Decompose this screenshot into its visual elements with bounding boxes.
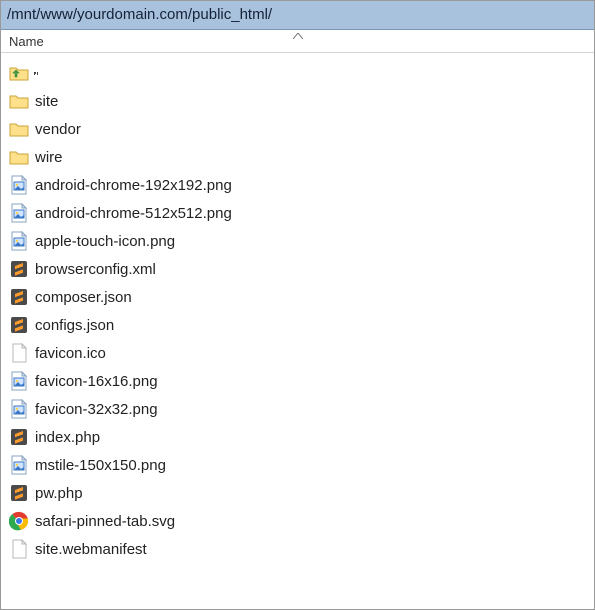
path-text: /mnt/www/yourdomain.com/public_html/: [7, 6, 272, 23]
file-name: site.webmanifest: [35, 541, 147, 558]
file-row[interactable]: android-chrome-512x512.png: [5, 199, 590, 227]
file-name: pw.php: [35, 485, 83, 502]
file-row[interactable]: configs.json: [5, 311, 590, 339]
file-name: favicon.ico: [35, 345, 106, 362]
file-row[interactable]: android-chrome-192x192.png: [5, 171, 590, 199]
image-file-icon: [9, 175, 29, 195]
image-file-icon: [9, 231, 29, 251]
folder-row[interactable]: site: [5, 87, 590, 115]
file-name: apple-touch-icon.png: [35, 233, 175, 250]
file-row[interactable]: favicon.ico: [5, 339, 590, 367]
folder-icon: [9, 91, 29, 111]
image-file-icon: [9, 399, 29, 419]
file-name: favicon-32x32.png: [35, 401, 158, 418]
chrome-file-icon: [9, 511, 29, 531]
file-name: android-chrome-192x192.png: [35, 177, 232, 194]
file-name: wire: [35, 149, 63, 166]
file-row[interactable]: index.php: [5, 423, 590, 451]
file-panel: /mnt/www/yourdomain.com/public_html/ Nam…: [0, 0, 595, 610]
file-row[interactable]: favicon-16x16.png: [5, 367, 590, 395]
file-row[interactable]: pw.php: [5, 479, 590, 507]
file-row[interactable]: safari-pinned-tab.svg: [5, 507, 590, 535]
file-name: configs.json: [35, 317, 114, 334]
file-name: vendor: [35, 121, 81, 138]
file-name: index.php: [35, 429, 100, 446]
file-name: safari-pinned-tab.svg: [35, 513, 175, 530]
file-name: mstile-150x150.png: [35, 457, 166, 474]
image-file-icon: [9, 371, 29, 391]
file-row[interactable]: mstile-150x150.png: [5, 451, 590, 479]
file-name: android-chrome-512x512.png: [35, 205, 232, 222]
file-row[interactable]: site.webmanifest: [5, 535, 590, 563]
sublime-file-icon: [9, 483, 29, 503]
path-bar[interactable]: /mnt/www/yourdomain.com/public_html/: [1, 1, 594, 30]
sort-indicator-icon: [293, 32, 303, 42]
sublime-file-icon: [9, 315, 29, 335]
sublime-file-icon: [9, 259, 29, 279]
folder-up-icon: [9, 63, 29, 83]
file-list[interactable]: site vendor wire android-chrome-192x192.png…: [1, 53, 594, 609]
blank-file-icon: [9, 539, 29, 559]
folder-row[interactable]: vendor: [5, 115, 590, 143]
file-row[interactable]: browserconfig.xml: [5, 255, 590, 283]
image-file-icon: [9, 203, 29, 223]
file-name: favicon-16x16.png: [35, 373, 158, 390]
column-header-row: Name: [1, 30, 594, 53]
file-row[interactable]: composer.json: [5, 283, 590, 311]
image-file-icon: [9, 455, 29, 475]
file-name: site: [35, 93, 58, 110]
file-row[interactable]: apple-touch-icon.png: [5, 227, 590, 255]
blank-file-icon: [9, 343, 29, 363]
folder-row[interactable]: wire: [5, 143, 590, 171]
folder-icon: [9, 119, 29, 139]
sublime-file-icon: [9, 427, 29, 447]
column-header-name[interactable]: Name: [1, 32, 52, 51]
file-name: composer.json: [35, 289, 132, 306]
folder-icon: [9, 147, 29, 167]
file-row[interactable]: favicon-32x32.png: [5, 395, 590, 423]
file-name: browserconfig.xml: [35, 261, 156, 278]
folder-row[interactable]: [5, 59, 590, 87]
sublime-file-icon: [9, 287, 29, 307]
